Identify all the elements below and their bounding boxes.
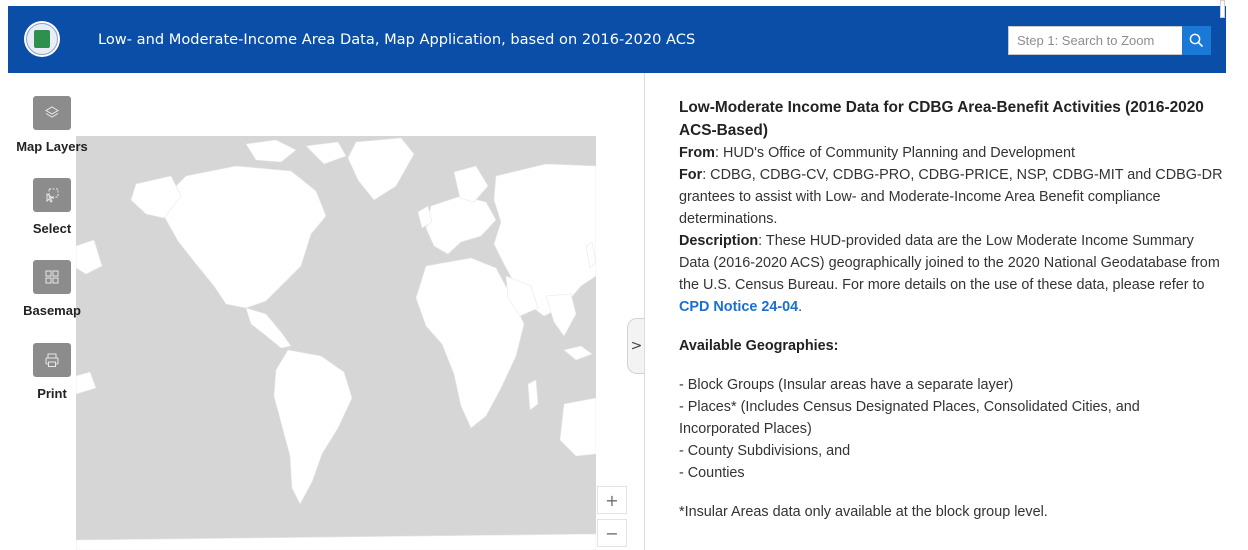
for-line: For: CDBG, CDBG-CV, CDBG-PRO, CDBG-PRICE…	[679, 164, 1224, 230]
map-area[interactable]: Map Layers Select Basemap Print + −	[0, 73, 644, 550]
basemap-label: Basemap	[23, 303, 81, 318]
print-button[interactable]	[33, 343, 71, 377]
zoom-in-button[interactable]: +	[597, 486, 627, 514]
basemap-button[interactable]	[33, 260, 71, 294]
description-line: Description: These HUD-provided data are…	[679, 230, 1224, 318]
tool-map-layers: Map Layers	[0, 96, 104, 154]
printer-icon	[45, 353, 59, 367]
from-label: From	[679, 145, 715, 161]
info-panel: Low-Moderate Income Data for CDBG Area-B…	[679, 96, 1224, 523]
geography-item: - Places* (Includes Census Designated Pl…	[679, 399, 1140, 437]
app-header: Low- and Moderate-Income Area Data, Map …	[8, 6, 1226, 73]
description-label: Description	[679, 233, 759, 249]
geographies-heading: Available Geographies:	[679, 338, 839, 354]
geography-item: - County Subdivisions, and	[679, 443, 851, 459]
from-text: : HUD's Office of Community Planning and…	[714, 145, 1075, 161]
map-layers-button[interactable]	[33, 96, 71, 130]
panel-divider	[644, 73, 645, 550]
world-map[interactable]	[76, 136, 596, 550]
tool-select: Select	[0, 178, 104, 236]
insular-note: *Insular Areas data only available at th…	[679, 504, 1048, 520]
tool-basemap: Basemap	[0, 260, 104, 318]
search-button[interactable]	[1182, 26, 1211, 55]
cpd-notice-link[interactable]: CPD Notice 24-04	[679, 299, 798, 315]
geography-item: - Block Groups (Insular areas have a sep…	[679, 377, 1014, 393]
window-corner-marker	[1220, 0, 1225, 18]
select-button[interactable]	[33, 178, 71, 212]
layers-icon	[45, 106, 59, 118]
from-line: From: HUD's Office of Community Planning…	[679, 142, 1224, 164]
search-icon	[1189, 33, 1204, 48]
description-end: .	[798, 299, 803, 315]
for-text: : CDBG, CDBG-CV, CDBG-PRO, CDBG-PRICE, N…	[679, 167, 1223, 227]
for-label: For	[679, 167, 703, 183]
map-layers-label: Map Layers	[16, 139, 88, 154]
description-text: : These HUD-provided data are the Low Mo…	[679, 233, 1220, 293]
print-label: Print	[37, 386, 67, 401]
zoom-out-button[interactable]: −	[597, 519, 627, 547]
select-icon	[46, 188, 59, 203]
app-title: Low- and Moderate-Income Area Data, Map …	[98, 31, 696, 48]
select-label: Select	[32, 221, 72, 236]
tool-print: Print	[0, 343, 104, 401]
geography-item: - Counties	[679, 465, 745, 481]
hud-seal-icon[interactable]	[24, 21, 60, 57]
basemap-grid-icon	[45, 270, 59, 284]
collapse-panel-button[interactable]: >	[627, 318, 645, 374]
search-input[interactable]	[1008, 26, 1182, 55]
panel-title: Low-Moderate Income Data for CDBG Area-B…	[679, 99, 1204, 139]
